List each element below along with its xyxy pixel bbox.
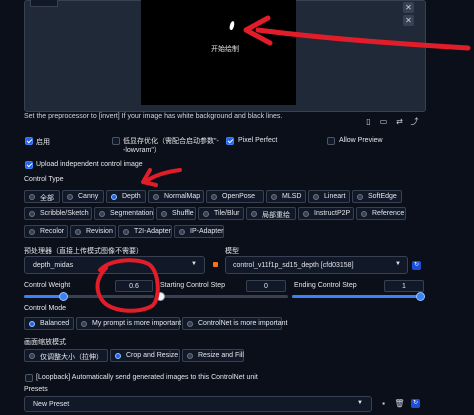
annotation-circle-weight	[95, 258, 160, 313]
annotation-arrow-canvas	[255, 27, 471, 51]
annotation-overlay	[95, 15, 471, 313]
annotation-arrow-depth	[146, 168, 182, 182]
